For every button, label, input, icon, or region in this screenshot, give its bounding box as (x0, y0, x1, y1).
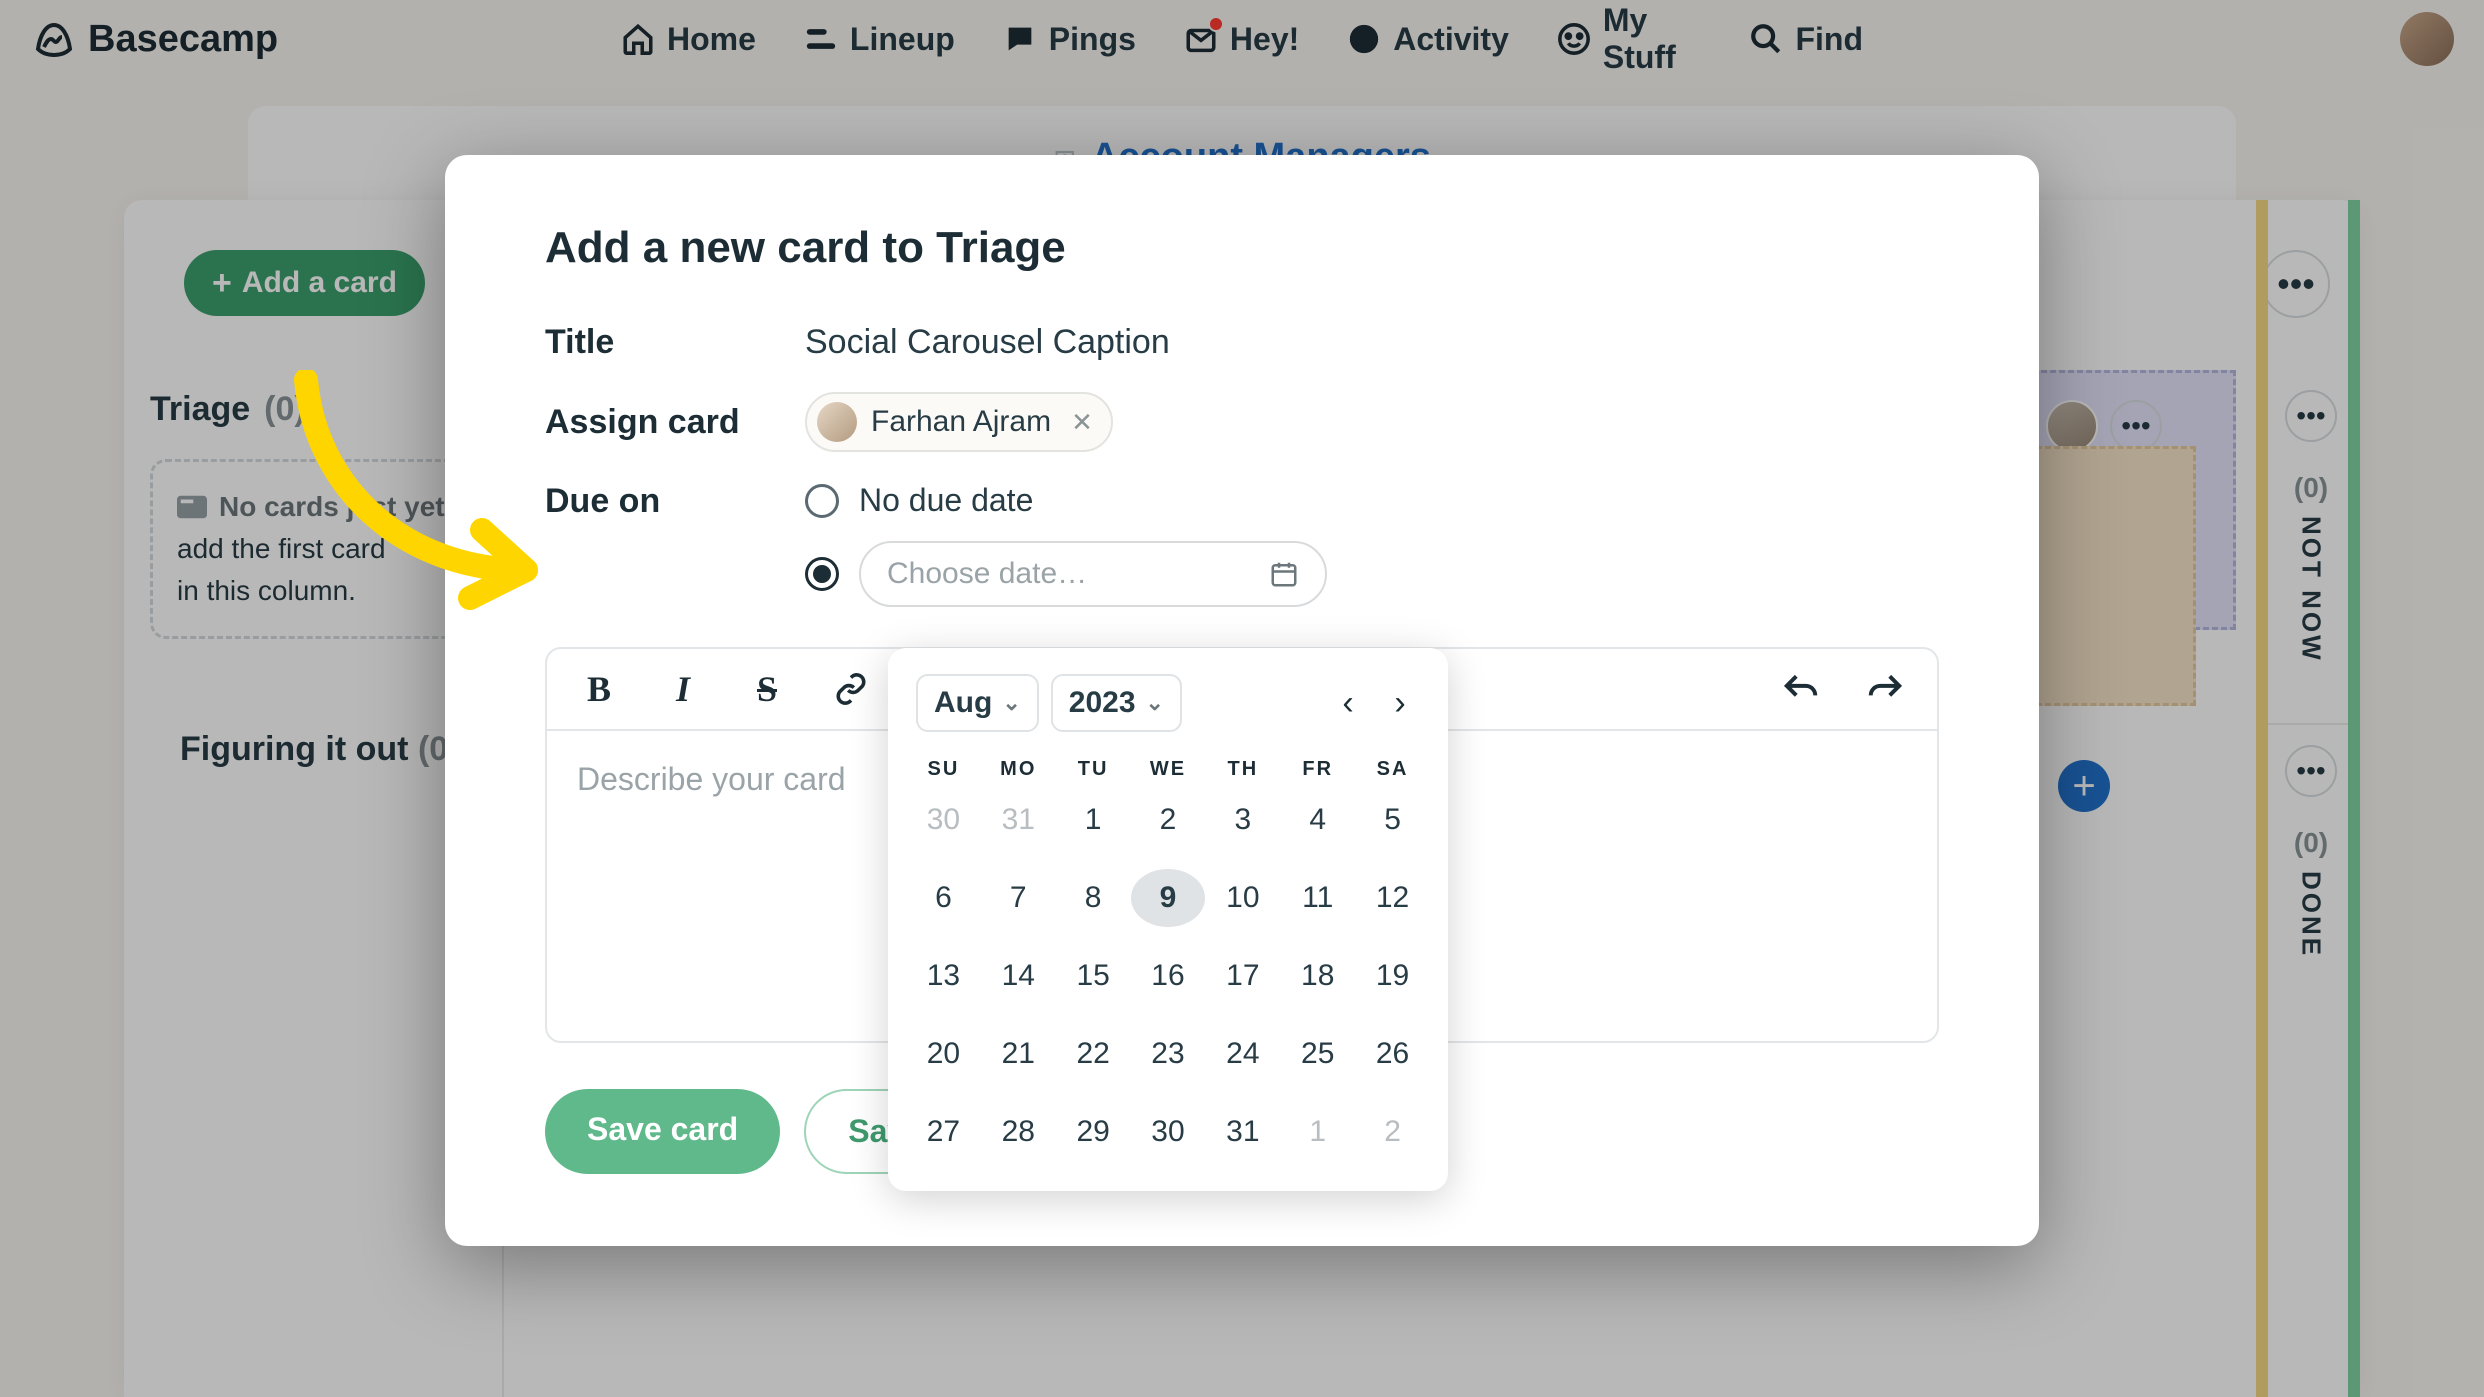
day-cell[interactable]: 3 (1205, 791, 1280, 849)
day-cell[interactable]: 21 (981, 1025, 1056, 1083)
assignee-chip[interactable]: Farhan Ajram ✕ (805, 392, 1113, 452)
day-cell[interactable]: 26 (1355, 1025, 1430, 1083)
dow-cell: SA (1355, 758, 1430, 781)
dow-cell: SU (906, 758, 981, 781)
day-cell[interactable]: 23 (1131, 1025, 1206, 1083)
day-cell[interactable]: 30 (1131, 1103, 1206, 1161)
assignee-chip-name: Farhan Ajram (871, 405, 1051, 439)
remove-assignee-icon[interactable]: ✕ (1071, 407, 1093, 438)
title-label: Title (545, 323, 805, 362)
due-label: Due on (545, 482, 805, 521)
title-input[interactable]: Social Carousel Caption (805, 323, 1170, 362)
day-cell[interactable]: 27 (906, 1103, 981, 1161)
radio-unchecked-icon (805, 484, 839, 518)
day-cell[interactable]: 28 (981, 1103, 1056, 1161)
day-cell[interactable]: 8 (1056, 869, 1131, 927)
day-cell[interactable]: 15 (1056, 947, 1131, 1005)
day-cell[interactable]: 7 (981, 869, 1056, 927)
month-select[interactable]: Aug⌄ (916, 674, 1039, 732)
day-cell[interactable]: 18 (1280, 947, 1355, 1005)
dow-cell: FR (1280, 758, 1355, 781)
bold-button[interactable]: B (577, 667, 621, 711)
strike-button[interactable]: S (745, 667, 789, 711)
day-cell[interactable]: 6 (906, 869, 981, 927)
day-cell[interactable]: 20 (906, 1025, 981, 1083)
day-cell[interactable]: 2 (1355, 1103, 1430, 1161)
prev-month-button[interactable]: ‹ (1328, 683, 1368, 723)
day-cell[interactable]: 24 (1205, 1025, 1280, 1083)
day-cell[interactable]: 19 (1355, 947, 1430, 1005)
calendar-icon (1269, 559, 1299, 589)
day-cell[interactable]: 25 (1280, 1025, 1355, 1083)
day-cell[interactable]: 22 (1056, 1025, 1131, 1083)
modal-heading: Add a new card to Triage (545, 223, 1939, 273)
radio-choose-date[interactable]: Choose date… (805, 541, 1327, 607)
row-title: Title Social Carousel Caption (545, 323, 1939, 362)
day-cell[interactable]: 4 (1280, 791, 1355, 849)
dow-cell: MO (981, 758, 1056, 781)
italic-button[interactable]: I (661, 667, 705, 711)
row-due: Due on No due date Choose date… (545, 482, 1939, 607)
radio-checked-icon (805, 557, 839, 591)
day-cell[interactable]: 11 (1280, 869, 1355, 927)
row-assign: Assign card Farhan Ajram ✕ (545, 392, 1939, 452)
day-cell[interactable]: 1 (1280, 1103, 1355, 1161)
date-placeholder: Choose date… (887, 557, 1087, 591)
date-picker: Aug⌄ 2023⌄ ‹ › SUMOTUWETHFRSA 3031123456… (888, 648, 1448, 1191)
day-cell[interactable]: 13 (906, 947, 981, 1005)
day-cell[interactable]: 5 (1355, 791, 1430, 849)
next-month-button[interactable]: › (1380, 683, 1420, 723)
date-picker-header: Aug⌄ 2023⌄ ‹ › (906, 674, 1430, 748)
assign-label: Assign card (545, 403, 805, 442)
redo-button[interactable] (1863, 667, 1907, 711)
day-cell[interactable]: 12 (1355, 869, 1430, 927)
chevron-down-icon: ⌄ (1002, 690, 1020, 716)
date-input[interactable]: Choose date… (859, 541, 1327, 607)
radio-no-due-date[interactable]: No due date (805, 482, 1327, 519)
save-card-button[interactable]: Save card (545, 1089, 780, 1174)
day-of-week-header: SUMOTUWETHFRSA (906, 748, 1430, 791)
day-cell[interactable]: 9 (1131, 869, 1206, 927)
day-cell[interactable]: 1 (1056, 791, 1131, 849)
day-cell[interactable]: 31 (1205, 1103, 1280, 1161)
day-cell[interactable]: 30 (906, 791, 981, 849)
assignee-chip-avatar (817, 402, 857, 442)
link-button[interactable] (829, 667, 873, 711)
day-cell[interactable]: 10 (1205, 869, 1280, 927)
day-cell[interactable]: 31 (981, 791, 1056, 849)
days-grid: 3031123456789101112131415161718192021222… (906, 791, 1430, 1161)
day-cell[interactable]: 14 (981, 947, 1056, 1005)
day-cell[interactable]: 29 (1056, 1103, 1131, 1161)
dow-cell: TH (1205, 758, 1280, 781)
day-cell[interactable]: 17 (1205, 947, 1280, 1005)
day-cell[interactable]: 2 (1131, 791, 1206, 849)
dow-cell: TU (1056, 758, 1131, 781)
dow-cell: WE (1131, 758, 1206, 781)
day-cell[interactable]: 16 (1131, 947, 1206, 1005)
undo-button[interactable] (1779, 667, 1823, 711)
year-select[interactable]: 2023⌄ (1051, 674, 1182, 732)
chevron-down-icon: ⌄ (1146, 690, 1164, 716)
